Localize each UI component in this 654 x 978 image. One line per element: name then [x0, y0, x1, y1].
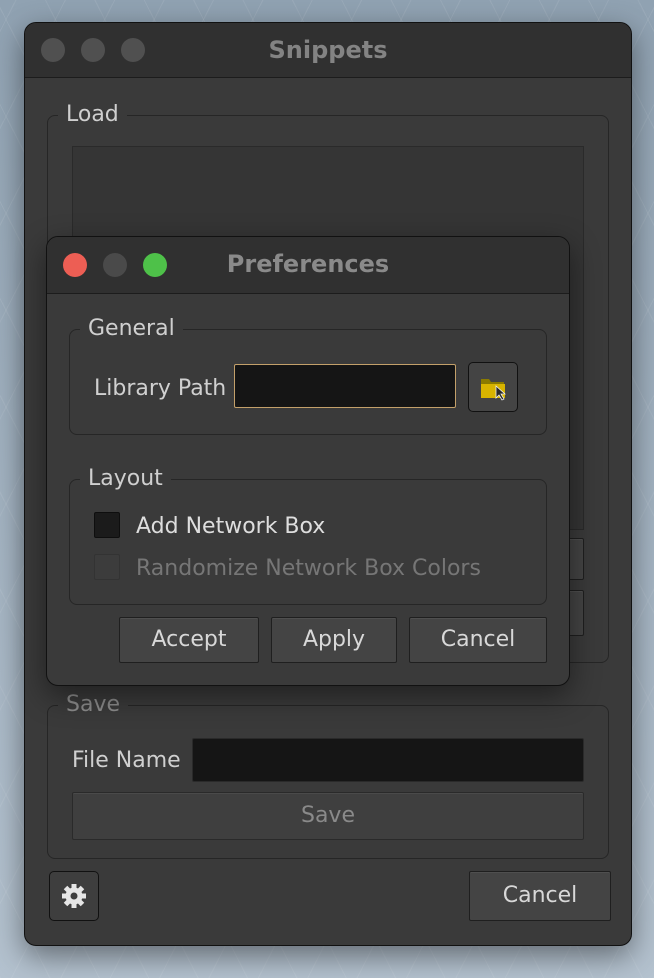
- layout-group: Layout Add Network Box Randomize Network…: [69, 465, 547, 605]
- library-path-label: Library Path: [94, 376, 227, 401]
- prefs-title: Preferences: [226, 250, 390, 278]
- window-title: Snippets: [268, 36, 388, 64]
- file-name-label: File Name: [72, 748, 181, 773]
- general-group: General Library Path: [69, 315, 547, 435]
- gear-icon: [62, 884, 86, 908]
- layout-group-label: Layout: [80, 465, 171, 493]
- library-path-input[interactable]: [234, 364, 456, 408]
- settings-button[interactable]: [49, 871, 99, 921]
- prefs-title-bar: Preferences: [47, 237, 569, 294]
- save-group: Save File Name Save: [47, 691, 609, 859]
- title-bar: Snippets: [25, 23, 631, 78]
- accept-button[interactable]: Accept: [119, 617, 259, 663]
- save-button[interactable]: Save: [72, 792, 584, 840]
- apply-button[interactable]: Apply: [271, 617, 397, 663]
- preferences-dialog: Preferences General Library Path Layout …: [46, 236, 570, 686]
- prefs-cancel-button[interactable]: Cancel: [409, 617, 547, 663]
- file-name-input[interactable]: [192, 738, 584, 782]
- randomize-colors-checkbox[interactable]: [94, 554, 120, 580]
- folder-icon: [481, 379, 507, 401]
- add-network-box-label: Add Network Box: [136, 514, 326, 539]
- randomize-colors-label: Randomize Network Box Colors: [136, 556, 481, 581]
- add-network-box-checkbox[interactable]: [94, 512, 120, 538]
- cancel-button[interactable]: Cancel: [469, 871, 611, 921]
- load-group-label: Load: [58, 101, 127, 129]
- save-group-label: Save: [58, 691, 129, 719]
- general-group-label: General: [80, 315, 183, 343]
- browse-button[interactable]: [468, 362, 518, 412]
